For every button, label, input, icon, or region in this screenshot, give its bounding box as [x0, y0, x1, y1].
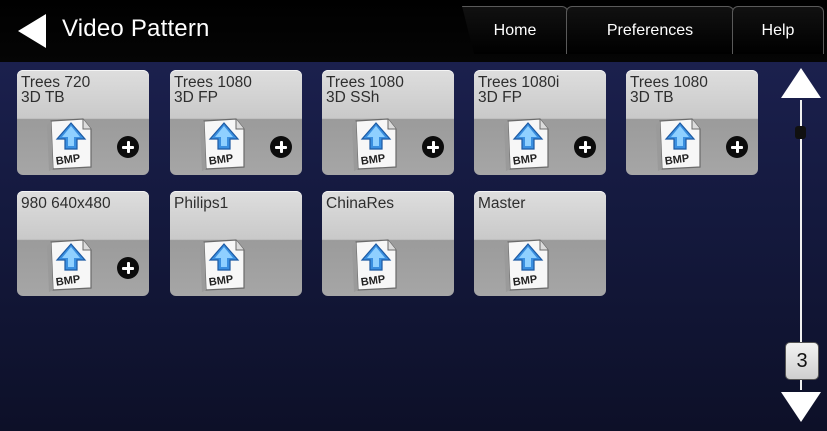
pattern-tile-label: Philips1: [174, 195, 229, 212]
scroll-up-arrow-icon[interactable]: [781, 68, 821, 98]
page-title: Video Pattern: [62, 15, 210, 42]
pattern-tile[interactable]: Master BMP: [474, 191, 606, 296]
bmp-file-icon: BMP: [654, 117, 706, 171]
pattern-tile-label: Trees 1080 3D TB: [630, 74, 708, 106]
pattern-tile-label: Trees 1080 3D SSh: [326, 74, 404, 106]
pattern-tile[interactable]: Trees 720 3D TB BMP: [17, 70, 149, 175]
pattern-tile-label: Trees 720 3D TB: [21, 74, 91, 106]
bmp-file-icon: BMP: [198, 238, 250, 292]
pattern-tile[interactable]: Philips1 BMP: [170, 191, 302, 296]
bmp-file-icon: BMP: [198, 117, 250, 171]
pattern-tile[interactable]: ChinaRes BMP: [322, 191, 454, 296]
scrollbar-thumb[interactable]: [795, 126, 806, 139]
add-plus-icon[interactable]: [117, 257, 139, 279]
add-plus-icon[interactable]: [726, 136, 748, 158]
pattern-tile[interactable]: Trees 1080 3D FP BMP: [170, 70, 302, 175]
pattern-tile[interactable]: Trees 1080 3D SSh BMP: [322, 70, 454, 175]
pattern-tile[interactable]: Trees 1080i 3D FP BMP: [474, 70, 606, 175]
pattern-tile[interactable]: Trees 1080 3D TB BMP: [626, 70, 758, 175]
tab-preferences[interactable]: Preferences: [566, 6, 734, 54]
add-plus-icon[interactable]: [270, 136, 292, 158]
bmp-file-icon: BMP: [502, 117, 554, 171]
page-number-badge: 3: [785, 342, 819, 380]
header-bar: Video Pattern Home Preferences Help: [0, 0, 827, 62]
pattern-tile[interactable]: 980 640x480 BMP: [17, 191, 149, 296]
bmp-file-icon: BMP: [45, 238, 97, 292]
add-plus-icon[interactable]: [117, 136, 139, 158]
pattern-tile-label: Trees 1080 3D FP: [174, 74, 252, 106]
pattern-tile-label: Trees 1080i 3D FP: [478, 74, 560, 106]
add-plus-icon[interactable]: [422, 136, 444, 158]
bmp-file-icon: BMP: [45, 117, 97, 171]
tab-home[interactable]: Home: [462, 6, 568, 54]
back-arrow-icon[interactable]: [18, 14, 46, 48]
pattern-tile-label: 980 640x480: [21, 195, 111, 212]
bmp-file-icon: BMP: [350, 238, 402, 292]
pattern-tile-label: Master: [478, 195, 526, 212]
pattern-tile-label: ChinaRes: [326, 195, 395, 212]
bmp-file-icon: BMP: [350, 117, 402, 171]
scroll-down-arrow-icon[interactable]: [781, 392, 821, 422]
add-plus-icon[interactable]: [574, 136, 596, 158]
tab-help[interactable]: Help: [732, 6, 824, 54]
bmp-file-icon: BMP: [502, 238, 554, 292]
